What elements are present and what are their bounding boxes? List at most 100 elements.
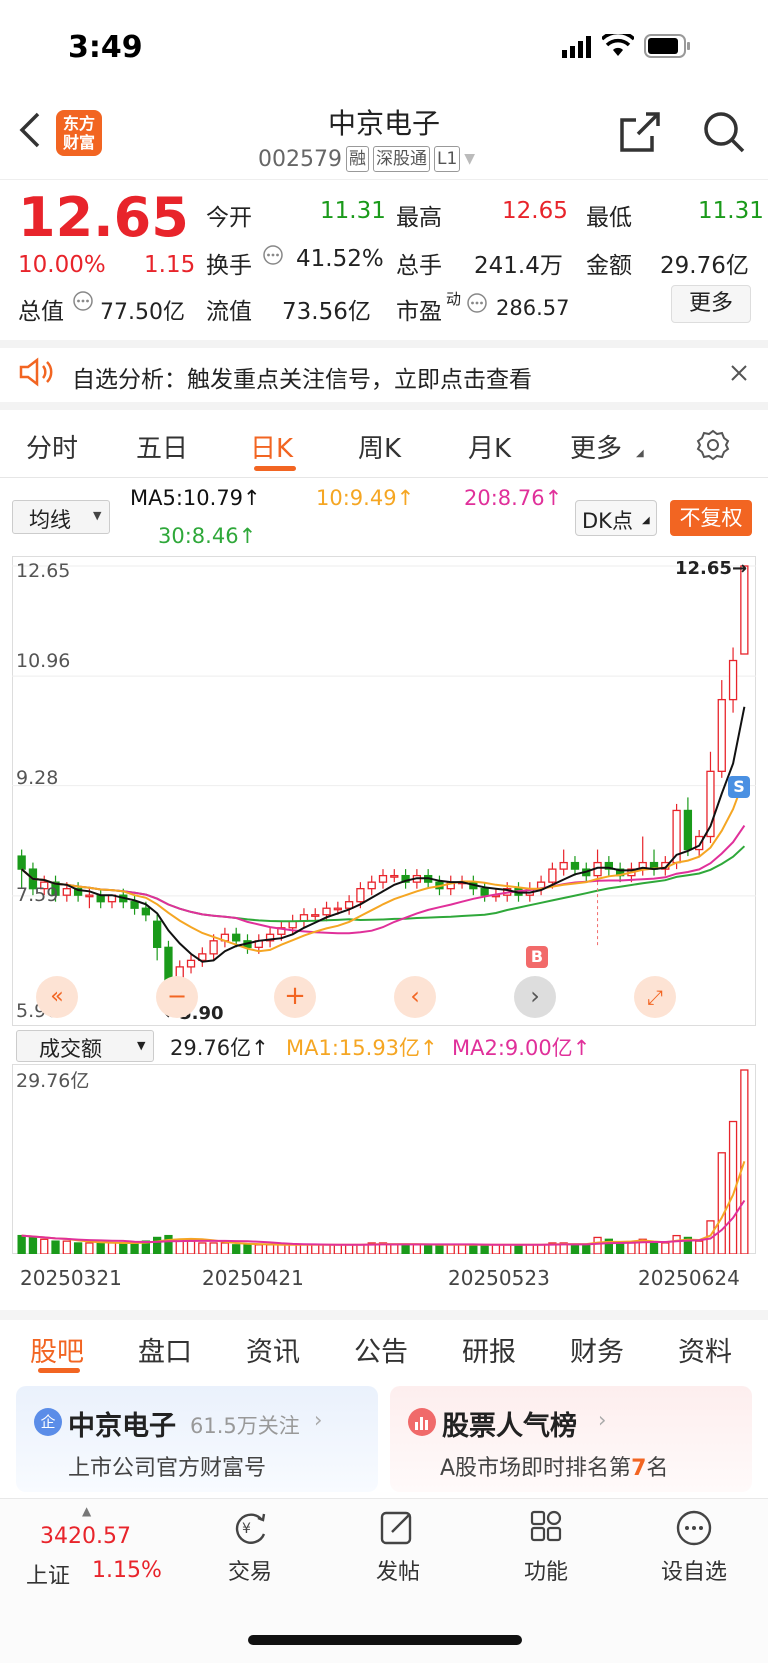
wifi-icon	[602, 34, 634, 56]
candle	[717, 698, 726, 772]
candle	[548, 868, 557, 883]
volume-bar	[265, 1244, 275, 1254]
info-tab-underline	[38, 1368, 80, 1373]
candle	[740, 565, 749, 655]
more-button[interactable]: 更多	[671, 285, 751, 323]
dropdown-icon: ▼	[93, 509, 102, 522]
zoom-out-icon[interactable]: −	[156, 976, 198, 1018]
candle	[356, 888, 365, 903]
rewind-icon[interactable]: «	[36, 976, 78, 1018]
buy-marker[interactable]: B	[526, 946, 548, 968]
follow-count: 61.5万关注	[190, 1414, 300, 1438]
turnover-label: 换手	[206, 253, 252, 279]
tab-intraday[interactable]: 分时	[26, 428, 78, 465]
dock-post[interactable]: 发帖	[348, 1508, 448, 1586]
tab-financials[interactable]: 财务	[570, 1330, 624, 1369]
dock-watchlist[interactable]: 设自选	[644, 1508, 744, 1586]
volume-bar	[627, 1242, 636, 1254]
volume-bar	[503, 1244, 512, 1254]
low-label: 最低	[586, 205, 632, 231]
close-icon[interactable]	[730, 364, 748, 382]
high-label: 最高	[396, 205, 442, 231]
index-change[interactable]: 1.15%	[92, 1558, 162, 1583]
ma10-value: 10:9.49↑	[316, 486, 415, 510]
volume-bar	[424, 1244, 433, 1254]
ma20-value: 20:8.76↑	[464, 486, 563, 510]
tab-five-day[interactable]: 五日	[136, 428, 188, 465]
tab-monthly-k[interactable]: 月K	[468, 428, 511, 465]
volume-bar	[107, 1242, 117, 1254]
y-label-1: 12.65	[16, 560, 71, 582]
sell-marker[interactable]: S	[728, 776, 750, 798]
candle	[141, 907, 151, 916]
search-icon[interactable]	[702, 110, 746, 154]
share-icon[interactable]	[618, 110, 662, 154]
volume-chart[interactable]	[12, 1064, 756, 1254]
volume-top-label: 29.76亿	[16, 1070, 90, 1092]
info-dots-icon[interactable]	[72, 290, 94, 312]
tab-forum[interactable]: 股吧	[30, 1330, 84, 1369]
settings-gear-icon[interactable]	[696, 428, 730, 462]
tab-profile[interactable]: 资料	[678, 1330, 732, 1369]
banner-text[interactable]: 自选分析：触发重点关注信号，立即点击查看	[72, 360, 532, 394]
volume-frame	[12, 1064, 756, 1254]
expand-up-icon[interactable]: ▲	[82, 1504, 91, 1518]
volume-bar	[435, 1244, 444, 1254]
volume-bar	[491, 1244, 501, 1254]
pe-sup: 动	[446, 290, 462, 308]
volume-bar	[514, 1244, 523, 1254]
index-value[interactable]: 3420.57	[40, 1524, 131, 1549]
tab-research[interactable]: 研报	[462, 1330, 516, 1369]
ma-selector[interactable]: 均线 ▼	[12, 500, 110, 534]
volume-bar	[254, 1244, 263, 1254]
candle	[322, 907, 331, 916]
volume-bar	[695, 1240, 704, 1254]
candle	[559, 861, 568, 870]
candle	[186, 959, 196, 968]
tab-announcements[interactable]: 公告	[354, 1330, 408, 1369]
zoom-in-icon[interactable]: +	[274, 976, 316, 1018]
tab-news[interactable]: 资讯	[246, 1330, 300, 1369]
kline-chart[interactable]	[12, 556, 756, 1026]
volume-ma2-line	[21, 1199, 746, 1246]
ranking-icon	[408, 1408, 436, 1436]
current-price: 12.65	[18, 186, 189, 249]
index-name[interactable]: 上证	[26, 1558, 70, 1590]
tab-daily-k[interactable]: 日K	[250, 428, 293, 465]
mktcap-label: 总值	[18, 299, 64, 325]
dk-point-button[interactable]: DK点 ◢	[575, 500, 657, 536]
dropdown-icon: ◢	[642, 515, 650, 526]
scroll-right-icon[interactable]: ›	[514, 976, 556, 1018]
stock-code-row: 002579 融 深股通 L1 ▼	[258, 146, 475, 172]
status-time: 3:49	[68, 30, 143, 65]
info-dots-icon[interactable]	[262, 244, 284, 266]
candle	[85, 894, 94, 898]
fullscreen-icon[interactable]: ⤢	[634, 976, 676, 1018]
y-label-2: 10.96	[16, 650, 71, 672]
float-value: 73.56亿	[282, 299, 371, 325]
volume-bar	[153, 1236, 162, 1254]
info-dots-icon[interactable]	[466, 292, 488, 314]
candle	[480, 888, 489, 896]
adjust-button[interactable]: 不复权	[670, 500, 752, 536]
dock-functions[interactable]: 功能	[496, 1508, 596, 1586]
volume-selector[interactable]: 成交额 ▼	[16, 1030, 154, 1062]
dock-trade[interactable]: ¥ 交易	[200, 1508, 300, 1586]
enterprise-icon: 企	[34, 1408, 62, 1436]
volume-bar	[649, 1242, 659, 1254]
volume-bar	[186, 1240, 196, 1254]
scroll-left-icon[interactable]: ‹	[394, 976, 436, 1018]
candle	[164, 946, 173, 981]
tab-weekly-k[interactable]: 周K	[358, 428, 401, 465]
signal-icon	[562, 36, 591, 58]
candle	[17, 855, 26, 870]
edit-icon	[380, 1511, 412, 1545]
candle	[570, 861, 580, 870]
tab-more[interactable]: 更多	[570, 428, 622, 465]
tab-orderbook[interactable]: 盘口	[138, 1330, 192, 1369]
open-label: 今开	[206, 205, 252, 231]
candle	[333, 907, 342, 911]
chart-frame	[12, 556, 756, 1026]
dropdown-icon[interactable]: ▼	[464, 151, 475, 167]
volume-bar	[412, 1244, 422, 1254]
